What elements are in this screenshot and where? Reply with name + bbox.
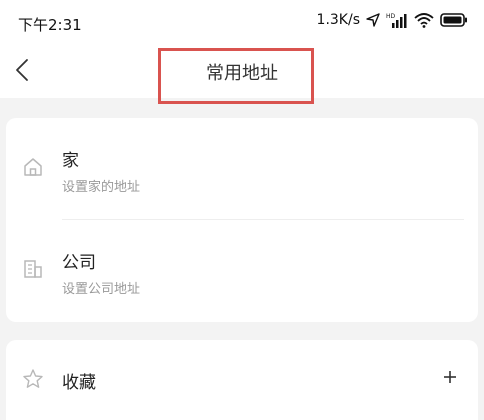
status-time: 下午2:31 xyxy=(18,16,82,34)
star-icon xyxy=(22,368,44,390)
home-address-item[interactable]: 家 设置家的地址 xyxy=(6,118,478,220)
building-icon xyxy=(22,258,44,280)
plus-icon xyxy=(443,369,457,388)
favorites-item[interactable]: 收藏 xyxy=(6,340,478,420)
home-icon xyxy=(22,156,44,178)
status-icons: 1.3K/s HD xyxy=(317,12,468,28)
company-address-item[interactable]: 公司 设置公司地址 xyxy=(6,220,478,322)
hd-signal-icon: HD xyxy=(386,12,408,28)
company-title: 公司 xyxy=(62,253,96,273)
home-title: 家 xyxy=(62,151,79,171)
home-subtitle: 设置家的地址 xyxy=(62,180,141,195)
network-speed: 1.3K/s xyxy=(316,12,360,28)
wifi-icon xyxy=(414,12,434,28)
status-bar: 下午2:31 1.3K/s HD xyxy=(0,0,484,46)
favorites-title: 收藏 xyxy=(62,373,96,393)
page-title: 常用地址 xyxy=(206,63,278,84)
company-subtitle: 设置公司地址 xyxy=(62,282,141,297)
location-arrow-icon xyxy=(366,13,380,27)
svg-text:HD: HD xyxy=(386,13,396,20)
battery-icon xyxy=(440,13,468,27)
address-card: 家 设置家的地址 公司 设置公司地址 xyxy=(6,118,478,322)
favorites-card: 收藏 xyxy=(6,340,478,420)
nav-bar: 常用地址 xyxy=(0,46,484,98)
add-favorite-button[interactable] xyxy=(436,364,464,392)
